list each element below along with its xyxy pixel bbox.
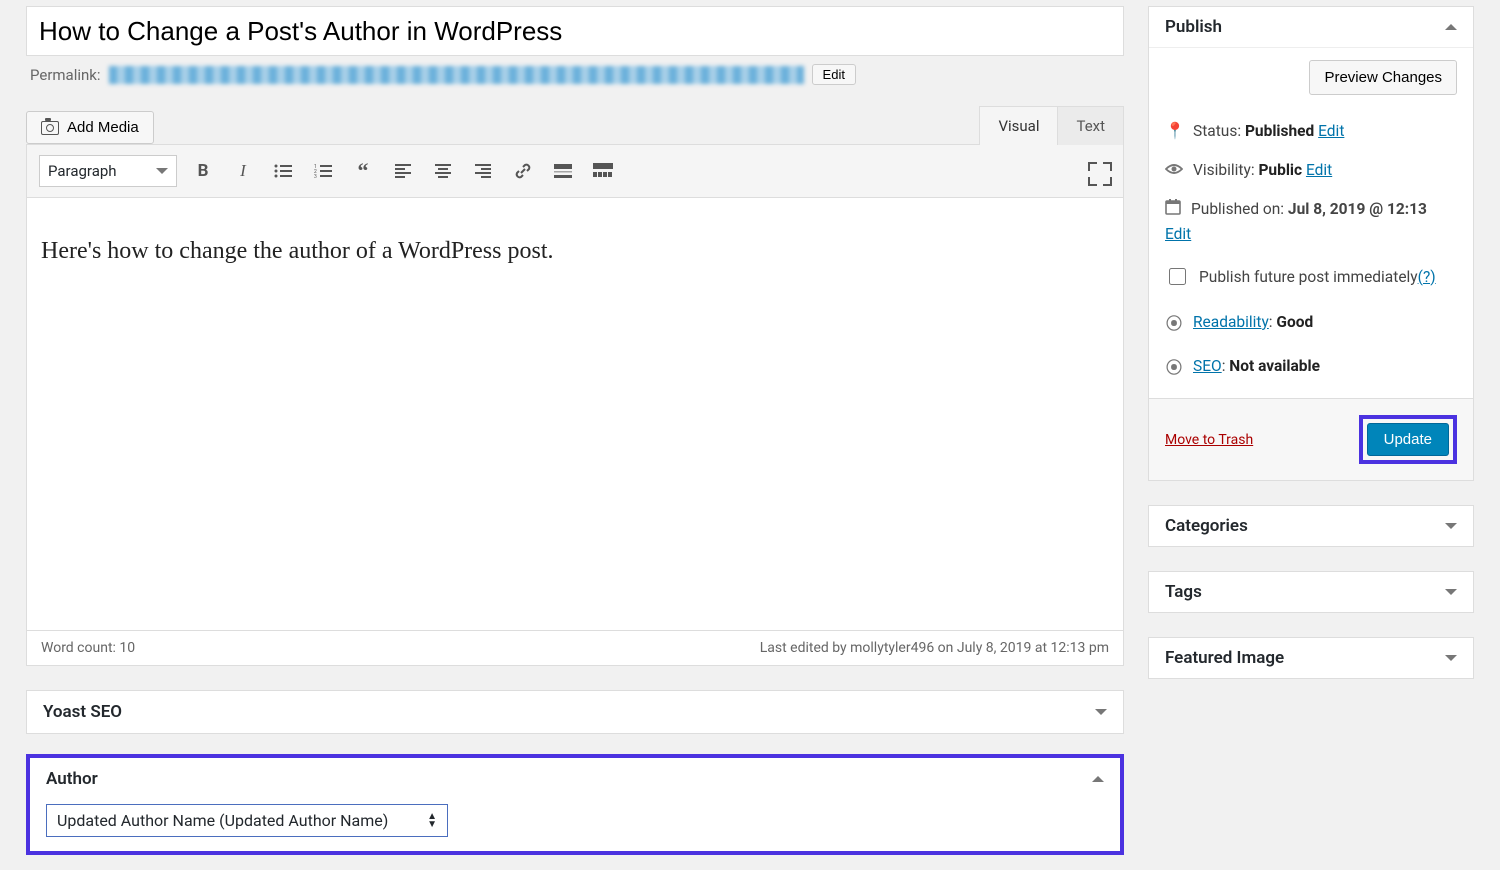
toolbar-toggle-button[interactable] [589, 157, 617, 185]
fullscreen-icon [1088, 162, 1106, 180]
edit-published-link[interactable]: Edit [1165, 225, 1191, 243]
yoast-seo-icon: ⦿ [1165, 354, 1183, 378]
bullet-list-button[interactable] [269, 157, 297, 185]
last-edited: Last edited by mollytyler496 on July 8, … [760, 640, 1109, 656]
yoast-seo-panel-header[interactable]: Yoast SEO [27, 691, 1123, 733]
author-panel: Author Updated Author Name (Updated Auth… [26, 754, 1124, 855]
chevron-down-icon [1445, 523, 1457, 529]
tags-panel: Tags [1148, 571, 1474, 613]
edit-status-link[interactable]: Edit [1318, 122, 1344, 140]
readability-line: ⦿ Readability: Good [1165, 300, 1457, 344]
camera-icon [41, 121, 59, 135]
visibility-line: Visibility: Public Edit [1165, 150, 1457, 189]
select-arrows-icon: ▲▼ [427, 813, 437, 829]
permalink-edit-button[interactable]: Edit [812, 64, 856, 85]
editor-toolbar: Paragraph B I 123 “ [27, 145, 1123, 198]
author-select[interactable]: Updated Author Name (Updated Author Name… [46, 804, 448, 837]
chevron-up-icon [1092, 776, 1104, 782]
featured-image-panel-header[interactable]: Featured Image [1149, 638, 1473, 678]
published-on-line: Published on: Jul 8, 2019 @ 12:13 Edit [1165, 189, 1457, 253]
edit-visibility-link[interactable]: Edit [1306, 161, 1332, 179]
publish-panel: Publish Preview Changes 📍 Status: Publis… [1148, 6, 1474, 481]
align-center-button[interactable] [429, 157, 457, 185]
future-publish-help-link[interactable]: (?) [1418, 268, 1436, 286]
permalink-label: Permalink: [30, 66, 101, 84]
future-publish-row: Publish future post immediately(?) [1165, 253, 1457, 300]
content-editor[interactable]: Here's how to change the author of a Wor… [27, 198, 1123, 630]
chevron-down-icon [156, 168, 168, 174]
italic-button[interactable]: I [229, 157, 257, 185]
word-count: Word count: 10 [41, 640, 135, 656]
format-dropdown[interactable]: Paragraph [39, 155, 177, 187]
tab-text[interactable]: Text [1058, 106, 1124, 145]
future-publish-checkbox[interactable] [1169, 268, 1186, 285]
editor-mode-tabs: Visual Text [979, 105, 1124, 144]
permalink-url-blurred [109, 66, 804, 84]
author-panel-header[interactable]: Author [30, 758, 1120, 800]
featured-image-panel: Featured Image [1148, 637, 1474, 679]
move-to-trash-link[interactable]: Move to Trash [1165, 432, 1253, 448]
add-media-button[interactable]: Add Media [26, 111, 154, 144]
tab-visual[interactable]: Visual [979, 106, 1058, 145]
fullscreen-button[interactable] [1083, 157, 1111, 185]
chevron-down-icon [1095, 709, 1107, 715]
editor-statusbar: Word count: 10 Last edited by mollytyler… [27, 630, 1123, 665]
bold-button[interactable]: B [189, 157, 217, 185]
update-button-highlight: Update [1359, 415, 1457, 464]
categories-panel-header[interactable]: Categories [1149, 506, 1473, 546]
yoast-readability-icon: ⦿ [1165, 310, 1183, 334]
numbered-list-button[interactable]: 123 [309, 157, 337, 185]
status-line: 📍 Status: Published Edit [1165, 111, 1457, 150]
yoast-seo-panel: Yoast SEO [26, 690, 1124, 734]
svg-text:3: 3 [314, 174, 317, 178]
pin-icon: 📍 [1165, 121, 1183, 140]
align-left-button[interactable] [389, 157, 417, 185]
eye-icon [1165, 160, 1183, 179]
align-right-button[interactable] [469, 157, 497, 185]
quote-button[interactable]: “ [349, 157, 377, 185]
preview-changes-button[interactable]: Preview Changes [1309, 60, 1457, 95]
seo-link[interactable]: SEO [1193, 357, 1222, 375]
readability-link[interactable]: Readability [1193, 313, 1269, 331]
add-media-label: Add Media [67, 119, 139, 136]
publish-panel-header[interactable]: Publish [1149, 7, 1473, 48]
chevron-up-icon [1445, 24, 1457, 30]
seo-line: ⦿ SEO: Not available [1165, 344, 1457, 388]
link-button[interactable] [509, 157, 537, 185]
post-title-input[interactable] [26, 6, 1124, 56]
permalink-row: Permalink: Edit [30, 64, 1124, 85]
categories-panel: Categories [1148, 505, 1474, 547]
update-button[interactable]: Update [1367, 423, 1449, 456]
read-more-button[interactable] [549, 157, 577, 185]
tags-panel-header[interactable]: Tags [1149, 572, 1473, 612]
chevron-down-icon [1445, 589, 1457, 595]
calendar-icon [1165, 199, 1181, 219]
chevron-down-icon [1445, 655, 1457, 661]
editor: Paragraph B I 123 “ [26, 144, 1124, 666]
